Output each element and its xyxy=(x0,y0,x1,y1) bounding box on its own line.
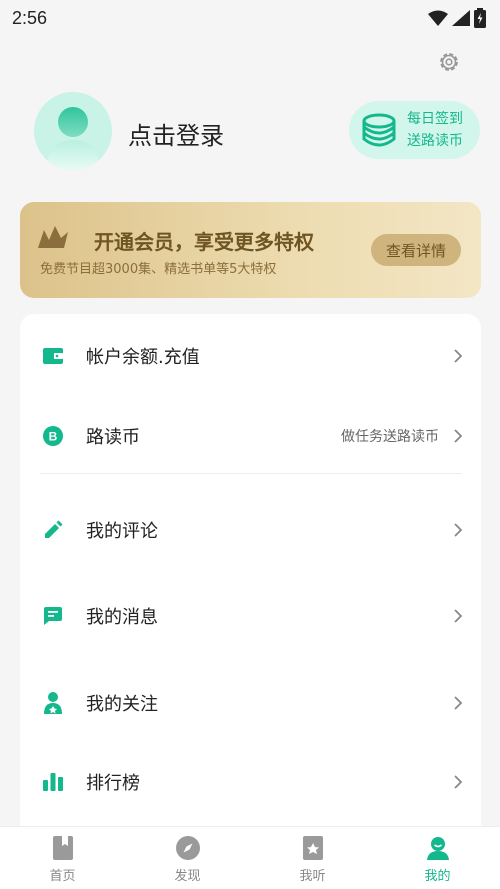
daily-checkin-button[interactable]: 每日签到 送路读币 xyxy=(349,101,480,159)
tab-discover[interactable]: 发现 xyxy=(125,827,250,889)
ranking-icon xyxy=(42,771,64,793)
tab-label-discover: 发现 xyxy=(174,869,201,884)
wallet-icon xyxy=(42,345,64,367)
status-time: 2:56 xyxy=(12,7,48,28)
default-avatar-icon xyxy=(46,107,100,170)
svg-text:B: B xyxy=(49,430,58,444)
wifi-icon xyxy=(428,10,448,26)
bookmark-icon xyxy=(300,835,326,861)
menu-label-ranking: 排行榜 xyxy=(86,773,140,794)
chevron-right-icon xyxy=(454,349,463,363)
checkin-line-2: 送路读币 xyxy=(407,133,463,149)
chevron-right-icon xyxy=(454,523,463,537)
menu-item-ranking[interactable]: 排行榜 xyxy=(20,752,481,812)
battery-icon xyxy=(474,8,486,28)
tab-label-mine: 我的 xyxy=(424,869,451,884)
vip-banner[interactable]: 开通会员，享受更多特权 免费节目超3000集、精选书单等5大特权 查看详情 xyxy=(20,202,481,298)
menu-label-coins: 路读币 xyxy=(86,427,140,448)
book-icon xyxy=(50,835,76,861)
status-bar: 2:56 xyxy=(0,0,500,36)
chevron-right-icon xyxy=(454,429,463,443)
menu-divider xyxy=(40,473,462,474)
coin-stack-icon xyxy=(362,113,396,147)
checkin-line-1: 每日签到 xyxy=(407,111,463,127)
signal-icon xyxy=(452,10,470,26)
vip-details-button[interactable]: 查看详情 xyxy=(371,234,461,266)
gear-icon xyxy=(440,53,458,71)
menu-label-comments: 我的评论 xyxy=(86,521,158,542)
settings-button[interactable] xyxy=(436,49,462,75)
tab-mine[interactable]: 我的 xyxy=(375,827,500,889)
tab-listen[interactable]: 我听 xyxy=(250,827,375,889)
menu-label-follows: 我的关注 xyxy=(86,694,158,715)
compass-icon xyxy=(175,835,201,861)
chevron-right-icon xyxy=(454,609,463,623)
menu-label-balance: 帐户余额.充值 xyxy=(86,347,200,368)
chevron-right-icon xyxy=(454,775,463,789)
tab-home[interactable]: 首页 xyxy=(0,827,125,889)
vip-crown-icon xyxy=(38,226,68,248)
menu-item-follows[interactable]: 我的关注 xyxy=(20,673,481,733)
message-icon xyxy=(42,605,64,627)
follow-icon xyxy=(42,692,64,714)
status-icons xyxy=(428,8,486,28)
pencil-icon xyxy=(42,519,64,541)
chevron-right-icon xyxy=(454,696,463,710)
tab-label-home: 首页 xyxy=(49,869,76,884)
menu-card: 帐户余额.充值 B 路读币 做任务送路读币 我的评论 我的消息 我的关注 排行榜 xyxy=(20,314,481,854)
menu-hint-coins: 做任务送路读币 xyxy=(341,429,439,445)
tab-label-listen: 我听 xyxy=(299,869,326,884)
menu-item-balance[interactable]: 帐户余额.充值 xyxy=(20,326,481,386)
vip-subtitle: 免费节目超3000集、精选书单等5大特权 xyxy=(40,262,277,277)
menu-label-messages: 我的消息 xyxy=(86,607,158,628)
coin-icon: B xyxy=(42,425,64,447)
menu-item-coins[interactable]: B 路读币 做任务送路读币 xyxy=(20,406,481,466)
avatar[interactable] xyxy=(34,92,112,170)
menu-item-comments[interactable]: 我的评论 xyxy=(20,500,481,560)
menu-item-messages[interactable]: 我的消息 xyxy=(20,586,481,646)
vip-title: 开通会员，享受更多特权 xyxy=(94,230,314,254)
bottom-tab-bar: 首页 发现 我听 我的 xyxy=(0,826,500,889)
user-icon xyxy=(425,835,451,861)
login-prompt[interactable]: 点击登录 xyxy=(128,116,224,151)
